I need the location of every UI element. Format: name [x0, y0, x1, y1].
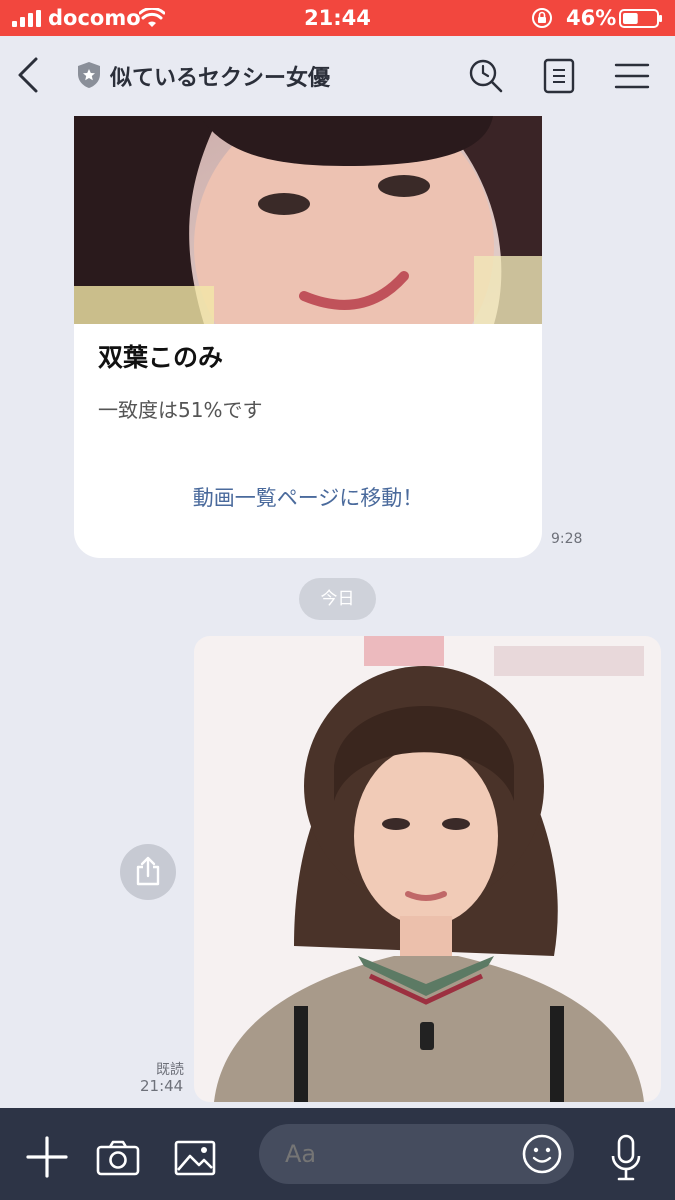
result-name: 双葉このみ [98, 343, 224, 372]
chat-title: 似ているセクシー女優 [110, 66, 331, 91]
back-icon[interactable] [14, 56, 42, 94]
rotation-lock-icon [532, 8, 552, 28]
battery-icon [619, 9, 662, 28]
result-card[interactable]: 双葉このみ 一致度は51%です 動画一覧ページに移動！ [74, 116, 542, 558]
chat-header: 似ているセクシー女優 [0, 36, 675, 116]
share-icon [136, 856, 160, 886]
status-bar: docomo 21:44 46% [0, 0, 675, 36]
share-button[interactable] [120, 844, 176, 900]
chat-area[interactable]: 双葉このみ 一致度は51%です 動画一覧ページに移動！ 9:28 今日 既読 2… [0, 116, 675, 1108]
sent-photo[interactable] [194, 636, 661, 1102]
result-photo[interactable] [74, 116, 542, 324]
read-receipt: 既読 [156, 1062, 184, 1078]
date-divider: 今日 [299, 578, 376, 620]
message-time: 9:28 [551, 531, 583, 547]
message-time: 21:44 [140, 1077, 184, 1095]
camera-icon[interactable] [96, 1140, 140, 1176]
smile-icon[interactable] [522, 1134, 562, 1174]
menu-icon[interactable] [614, 62, 650, 90]
search-history-icon[interactable] [468, 58, 504, 94]
shield-star-icon [78, 62, 100, 88]
battery-percent: 46% [566, 6, 617, 30]
input-bar [0, 1108, 675, 1200]
video-list-link[interactable]: 動画一覧ページに移動！ [74, 482, 542, 512]
notes-icon[interactable] [543, 58, 575, 94]
mic-icon[interactable] [610, 1134, 642, 1182]
match-score: 一致度は51%です [98, 398, 263, 422]
image-icon[interactable] [174, 1140, 216, 1176]
plus-icon[interactable] [26, 1136, 68, 1178]
